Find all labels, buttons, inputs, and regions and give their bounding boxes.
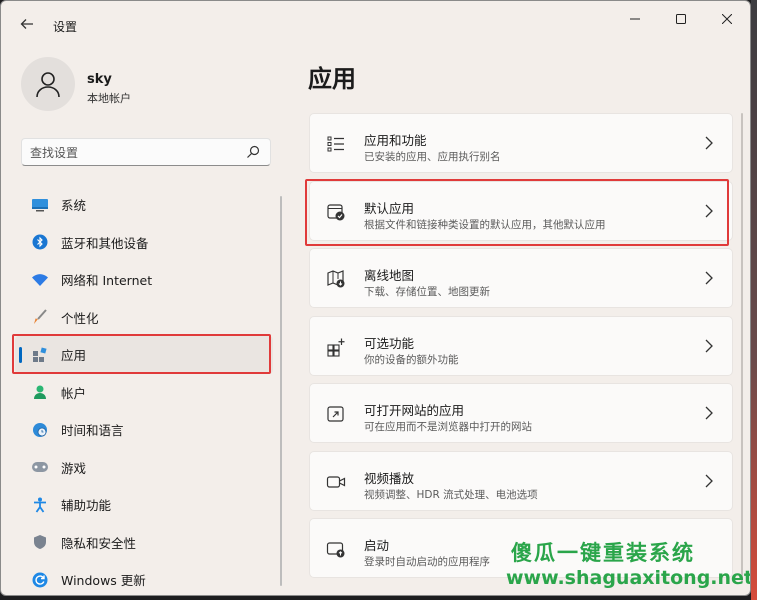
chevron-right-icon	[705, 339, 713, 352]
settings-window: 设置 sky 本地帐户 查找设置 系统 蓝牙和其他设备 网络和 Internet…	[0, 0, 751, 596]
startup-icon	[326, 542, 345, 558]
active-indicator	[19, 347, 22, 363]
search-input[interactable]	[30, 143, 230, 163]
close-button[interactable]	[704, 1, 750, 37]
card-subtitle: 根据文件和链接种类设置的默认应用，其他默认应用	[364, 218, 606, 231]
card-title: 默认应用	[364, 200, 415, 216]
sidebar-scrollbar[interactable]	[280, 196, 282, 586]
sidebar-item-windows-update[interactable]: Windows 更新	[15, 561, 273, 595]
card-default-apps[interactable]: 默认应用 根据文件和链接种类设置的默认应用，其他默认应用	[309, 180, 733, 241]
card-title: 视频播放	[364, 470, 415, 486]
sidebar-item-label: 应用	[61, 348, 87, 364]
apps-icon	[31, 346, 49, 364]
minimize-button[interactable]	[612, 1, 658, 37]
watermark-title: 傻瓜一键重装系统	[511, 541, 695, 565]
sidebar-item-label: 蓝牙和其他设备	[61, 235, 149, 251]
minimize-icon	[630, 18, 640, 20]
back-button[interactable]	[15, 14, 39, 38]
sidebar-item-time-language[interactable]: 时间和语言	[15, 411, 273, 449]
card-subtitle: 可在应用而不是浏览器中打开的网站	[364, 421, 532, 433]
card-offline-maps[interactable]: 离线地图 下载、存储位置、地图更新	[309, 248, 733, 308]
sidebar-nav: 系统 蓝牙和其他设备 网络和 Internet 个性化 应用 帐户 时间和语言 …	[15, 186, 273, 595]
user-icon	[36, 72, 60, 98]
card-apps-features[interactable]: 应用和功能 已安装的应用、应用执行别名	[309, 113, 733, 173]
sidebar-item-label: Windows 更新	[61, 573, 146, 589]
map-icon	[327, 270, 345, 288]
card-subtitle: 下载、存储位置、地图更新	[364, 286, 490, 298]
search-box[interactable]	[21, 138, 271, 166]
desktop-edge	[751, 0, 757, 600]
main-scrollbar[interactable]	[741, 113, 743, 583]
sidebar-item-accessibility[interactable]: 辅助功能	[15, 486, 273, 524]
card-subtitle: 已安装的应用、应用执行别名	[364, 151, 501, 163]
sidebar-item-system[interactable]: 系统	[15, 186, 273, 224]
sidebar-item-accounts[interactable]: 帐户	[15, 374, 273, 412]
chevron-right-icon	[705, 474, 713, 487]
bluetooth-icon	[31, 233, 49, 251]
sidebar-item-label: 隐私和安全性	[61, 535, 137, 551]
card-title: 可选功能	[364, 335, 415, 351]
app-title: 设置	[53, 20, 78, 34]
arrow-left-icon	[20, 19, 33, 29]
window-controls	[612, 1, 750, 37]
accessibility-icon	[31, 496, 49, 514]
list-icon	[327, 136, 344, 152]
sidebar-item-label: 辅助功能	[61, 498, 112, 514]
sidebar-item-label: 游戏	[61, 460, 87, 476]
sidebar-item-privacy[interactable]: 隐私和安全性	[15, 524, 273, 562]
page-title: 应用	[308, 65, 356, 93]
avatar[interactable]	[21, 57, 75, 111]
open-external-icon	[327, 406, 344, 422]
card-video-playback[interactable]: 视频播放 视频调整、HDR 流式处理、电池选项	[309, 450, 733, 511]
card-subtitle: 你的设备的额外功能	[364, 353, 459, 366]
sidebar-item-gaming[interactable]: 游戏	[15, 449, 273, 487]
default-apps-icon	[327, 203, 345, 220]
chevron-right-icon	[705, 406, 713, 420]
person-icon	[31, 383, 49, 401]
chevron-right-icon	[705, 204, 713, 217]
card-title: 可打开网站的应用	[364, 403, 465, 418]
brush-icon	[31, 308, 49, 326]
watermark-url: www.shaguaxitong.net	[506, 567, 751, 589]
video-icon	[326, 475, 346, 488]
sidebar-item-label: 系统	[61, 198, 87, 214]
chevron-right-icon	[705, 271, 713, 285]
sidebar-item-personalization[interactable]: 个性化	[15, 299, 273, 337]
card-optional-features[interactable]: 可选功能 你的设备的额外功能	[309, 315, 733, 376]
wifi-icon	[31, 271, 49, 289]
sidebar-item-network[interactable]: 网络和 Internet	[15, 261, 273, 299]
card-title: 离线地图	[364, 268, 415, 283]
sidebar-item-label: 个性化	[61, 310, 99, 326]
card-subtitle: 登录时自动启动的应用程序	[364, 556, 490, 568]
title-bar: 设置	[1, 1, 750, 49]
maximize-button[interactable]	[658, 1, 704, 37]
maximize-icon	[676, 14, 686, 24]
add-feature-icon	[327, 338, 345, 357]
card-title: 启动	[364, 538, 390, 553]
sidebar-item-label: 时间和语言	[61, 423, 124, 439]
update-icon	[31, 571, 49, 589]
sidebar-item-apps[interactable]: 应用	[15, 336, 273, 374]
sidebar-item-label: 网络和 Internet	[61, 273, 153, 289]
monitor-icon	[31, 196, 49, 214]
search-icon[interactable]	[246, 145, 260, 159]
gamepad-icon	[31, 458, 49, 476]
globe-clock-icon	[31, 421, 49, 439]
card-subtitle: 视频调整、HDR 流式处理、电池选项	[364, 488, 538, 501]
sidebar-item-label: 帐户	[61, 385, 87, 401]
sidebar-item-bluetooth[interactable]: 蓝牙和其他设备	[15, 224, 273, 262]
account-type: 本地帐户	[87, 92, 131, 105]
card-title: 应用和功能	[364, 133, 427, 148]
shield-icon	[31, 533, 49, 551]
close-icon	[722, 14, 732, 24]
chevron-right-icon	[705, 136, 713, 150]
card-apps-for-websites[interactable]: 可打开网站的应用 可在应用而不是浏览器中打开的网站	[309, 383, 733, 443]
user-name: sky	[87, 72, 112, 87]
settings-card-list: 应用和功能 已安装的应用、应用执行别名 默认应用 根据文件和链接种类设置的默认应…	[309, 113, 733, 586]
